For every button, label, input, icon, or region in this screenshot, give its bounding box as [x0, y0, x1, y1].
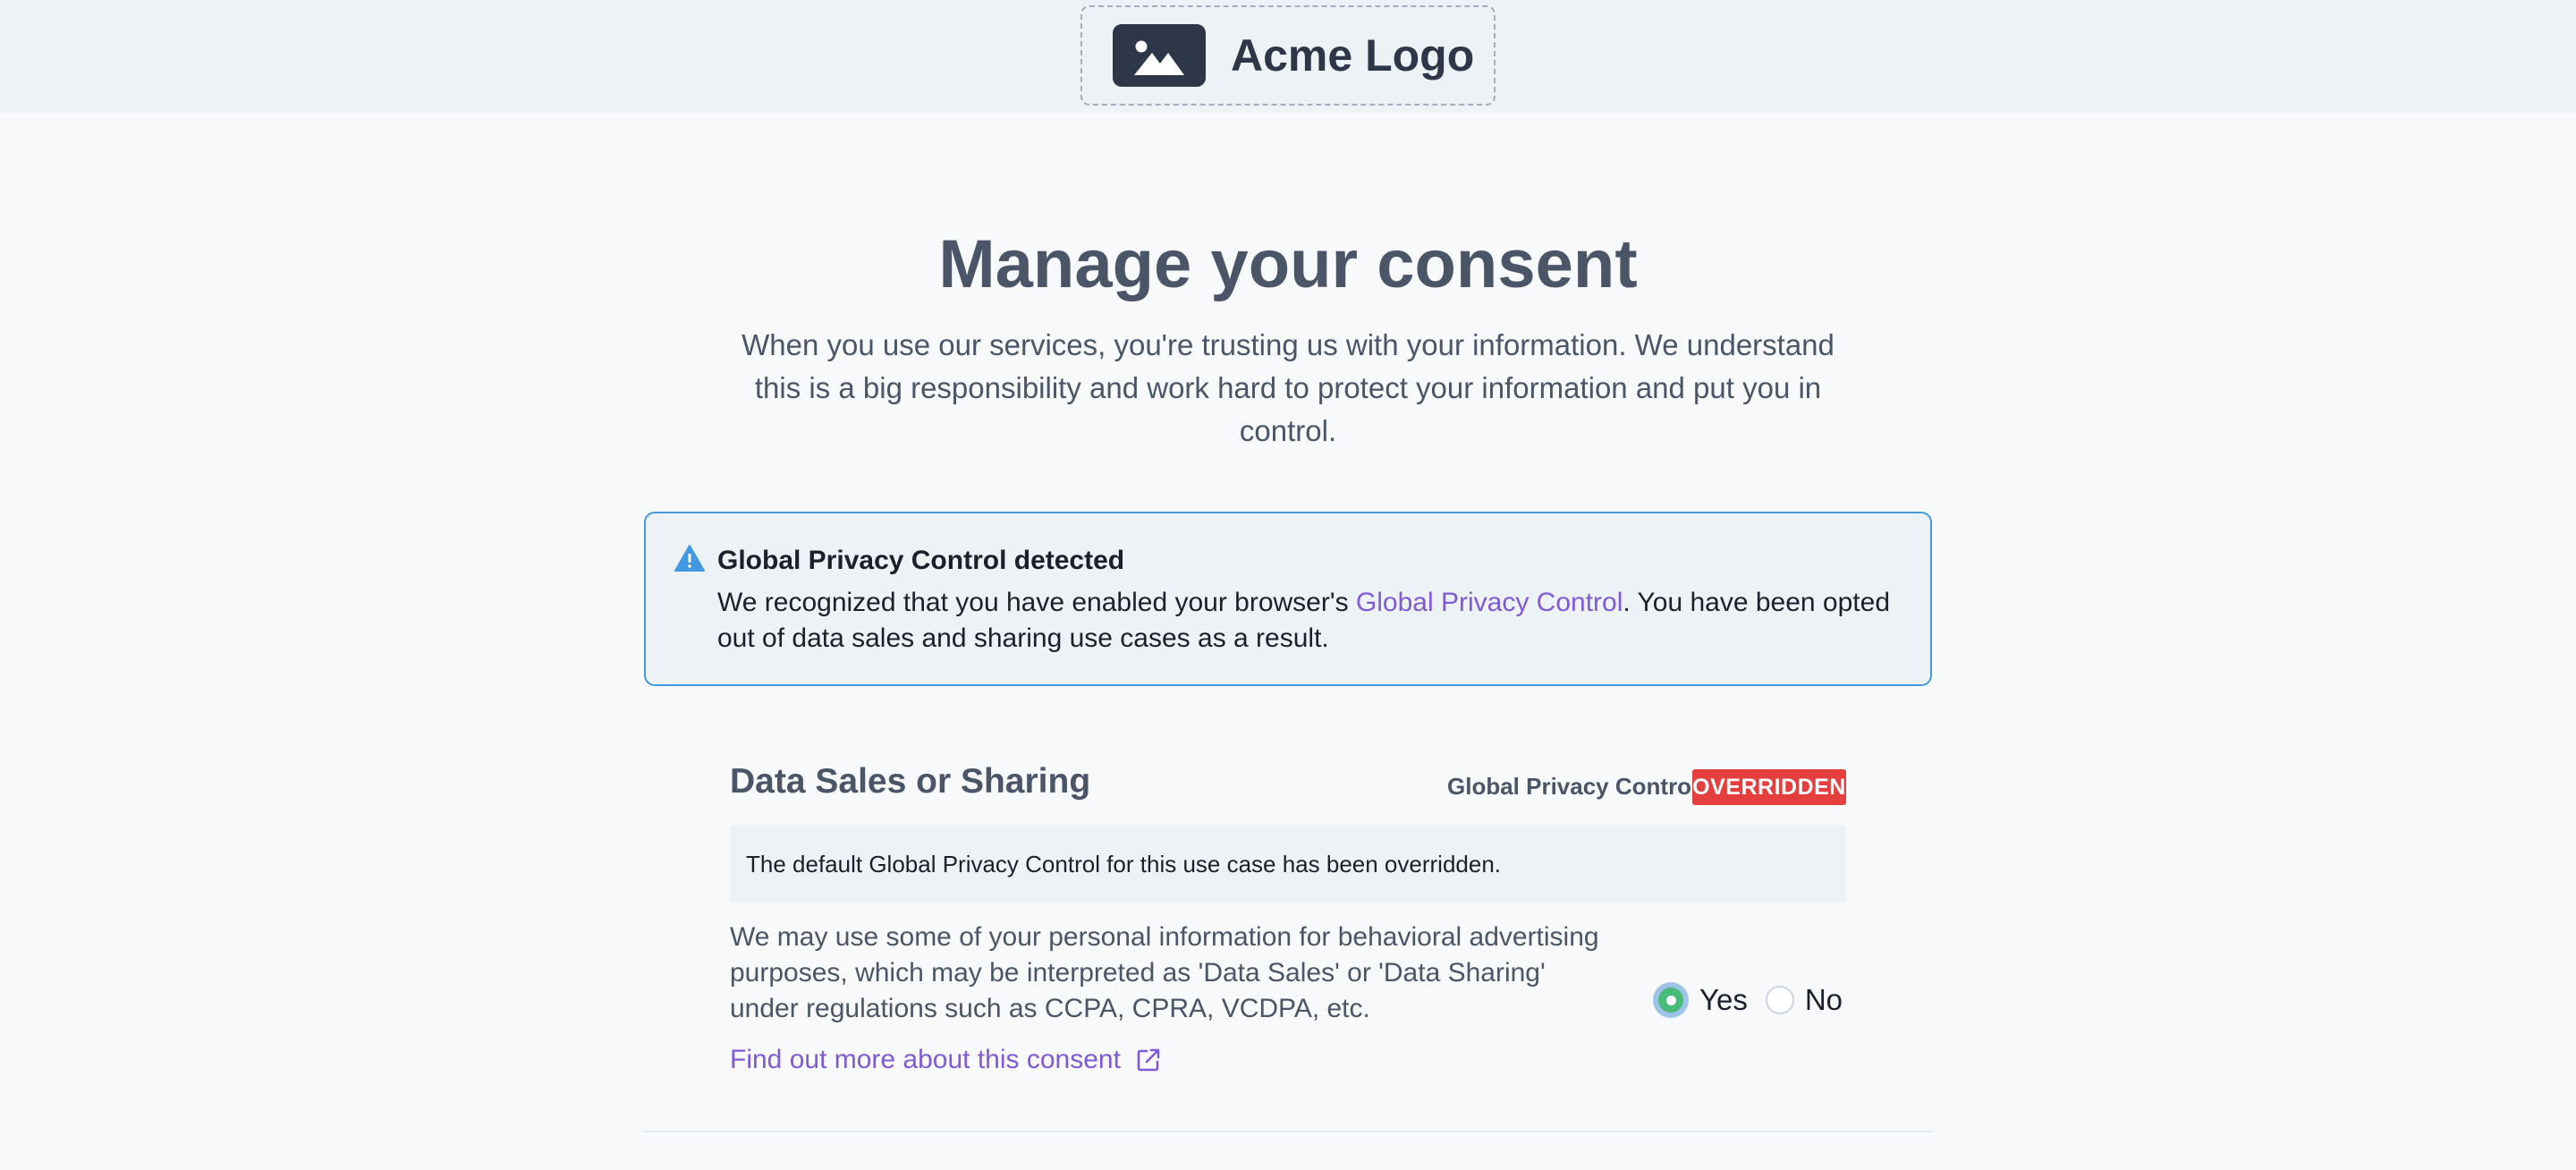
radio-no[interactable]: No — [1765, 983, 1843, 1017]
status-badge: OVERRIDDEN — [1692, 769, 1846, 805]
override-note: The default Global Privacy Control for t… — [730, 825, 1846, 903]
alert-body: We recognized that you have enabled your… — [717, 585, 1898, 657]
alert-title: Global Privacy Control detected — [717, 546, 1125, 575]
gpc-link[interactable]: Global Privacy Control — [1356, 588, 1623, 617]
intro-text: When you use our services, you're trusti… — [741, 328, 1835, 447]
warning-icon — [674, 545, 705, 572]
find-more-link[interactable]: Find out more about this consent — [730, 1045, 1162, 1075]
radio-yes[interactable]: Yes — [1653, 982, 1748, 1018]
consent-title: Data Sales or Sharing — [730, 762, 1091, 801]
header-bar: Acme Logo — [0, 0, 2576, 113]
logo[interactable]: Acme Logo — [1080, 5, 1496, 106]
radio-no-control[interactable] — [1765, 986, 1794, 1014]
consent-description: We may use some of your personal informa… — [730, 922, 1599, 1023]
gpc-alert: Global Privacy Control detected We recog… — [644, 512, 1932, 686]
radio-yes-control[interactable] — [1653, 982, 1689, 1018]
image-icon — [1113, 24, 1206, 87]
radio-yes-label: Yes — [1699, 983, 1748, 1016]
gpc-status-label: Global Privacy Control — [1447, 773, 1699, 800]
radio-no-label: No — [1804, 983, 1843, 1016]
radio-yes-fill — [1658, 988, 1683, 1013]
find-more-label: Find out more about this consent — [730, 1045, 1121, 1074]
section-divider — [644, 1131, 1932, 1132]
consent-radio-group: Yes No — [1653, 979, 1843, 1022]
alert-body-prefix: We recognized that you have enabled your… — [717, 588, 1356, 617]
radio-yes-dot — [1665, 995, 1676, 1005]
page-title: Manage your consent — [938, 226, 1638, 302]
external-link-icon — [1137, 1048, 1160, 1072]
logo-text: Acme Logo — [1231, 30, 1475, 81]
